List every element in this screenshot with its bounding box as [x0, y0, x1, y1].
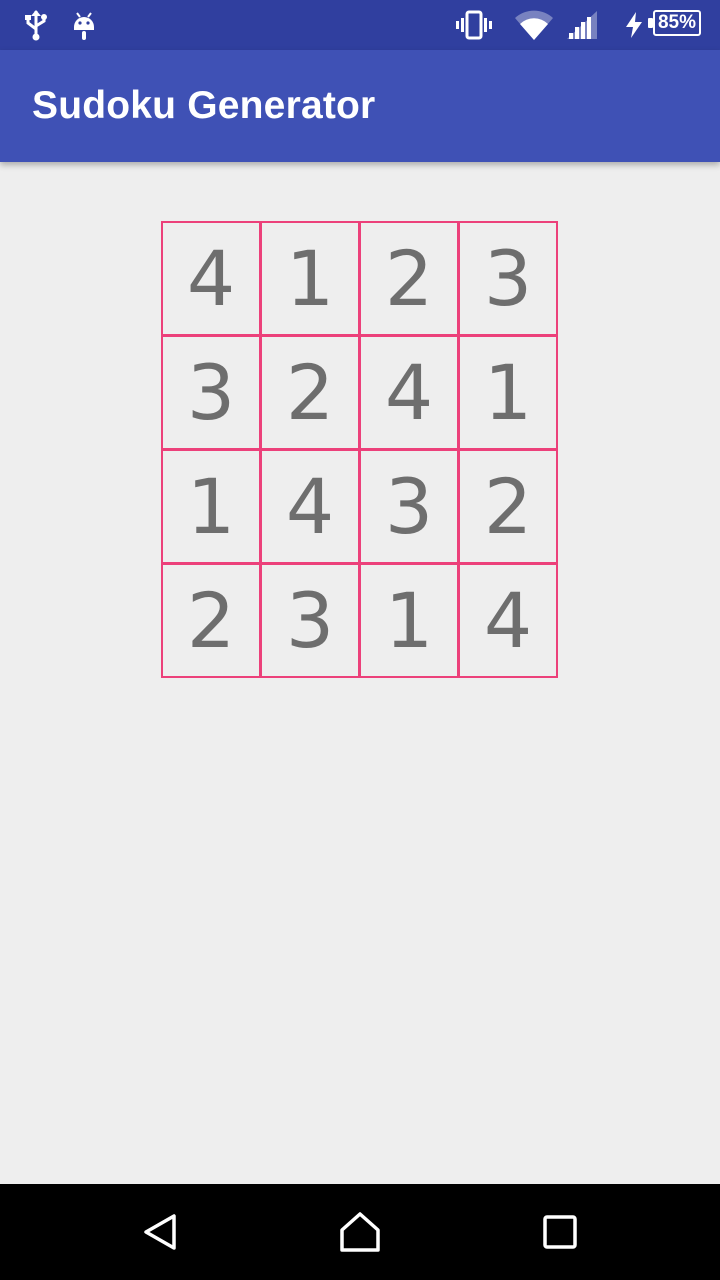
wifi-icon: [514, 0, 554, 50]
sudoku-cell[interactable]: 3: [359, 449, 459, 564]
sudoku-cell[interactable]: 2: [359, 221, 459, 336]
sudoku-cell[interactable]: 1: [161, 449, 261, 564]
signal-icon: [565, 0, 599, 50]
sudoku-cell[interactable]: 2: [161, 563, 261, 678]
sudoku-cell[interactable]: 3: [161, 335, 261, 450]
recents-button[interactable]: [500, 1184, 620, 1280]
usb-icon: [24, 0, 48, 50]
sudoku-cell[interactable]: 2: [458, 449, 558, 564]
sudoku-grid: 4 1 2 3 3 2 4 1 1 4 3 2 2 3 1 4: [161, 221, 558, 678]
back-icon: [144, 1214, 176, 1250]
home-icon: [340, 1212, 380, 1252]
back-button[interactable]: [100, 1184, 220, 1280]
android-debug-icon: [72, 0, 96, 50]
sudoku-cell[interactable]: 4: [260, 449, 360, 564]
sudoku-cell[interactable]: 3: [260, 563, 360, 678]
sudoku-cell[interactable]: 1: [359, 563, 459, 678]
app-bar: Sudoku Generator: [0, 50, 720, 162]
navigation-bar: [0, 1184, 720, 1280]
sudoku-cell[interactable]: 4: [458, 563, 558, 678]
app-title: Sudoku Generator: [32, 84, 376, 127]
status-bar: 85%: [0, 0, 720, 50]
sudoku-cell[interactable]: 4: [161, 221, 261, 336]
sudoku-cell[interactable]: 4: [359, 335, 459, 450]
battery-level: 85%: [653, 10, 701, 36]
charging-icon: [624, 0, 644, 50]
battery-icon: 85%: [648, 10, 704, 40]
sudoku-cell[interactable]: 1: [458, 335, 558, 450]
sudoku-cell[interactable]: 2: [260, 335, 360, 450]
sudoku-cell[interactable]: 1: [260, 221, 360, 336]
sudoku-cell[interactable]: 3: [458, 221, 558, 336]
vibrate-icon: [455, 0, 493, 50]
home-button[interactable]: [300, 1184, 420, 1280]
recents-icon: [543, 1215, 577, 1249]
